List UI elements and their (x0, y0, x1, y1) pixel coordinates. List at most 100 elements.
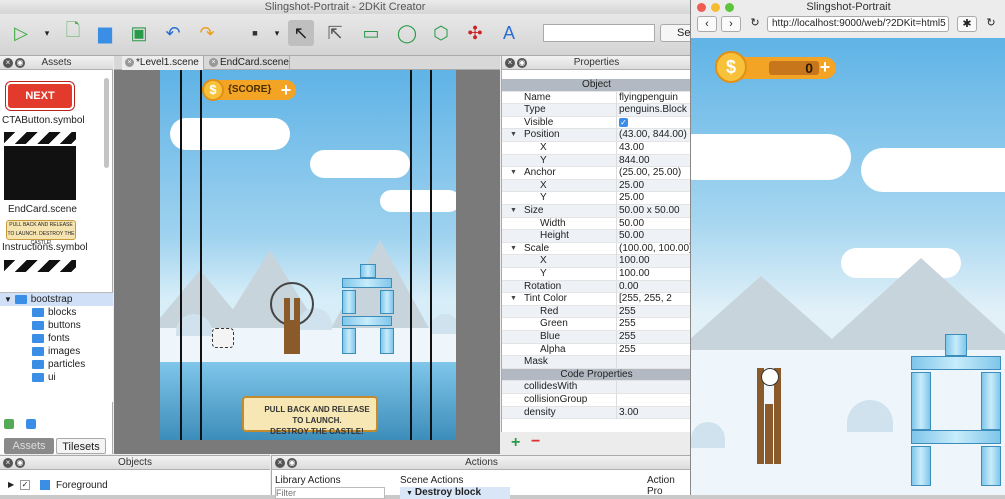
property-value[interactable]: 43.00 (619, 142, 644, 154)
property-value[interactable]: 255 (619, 306, 636, 318)
plus-icon[interactable]: + (278, 81, 294, 99)
play-icon[interactable]: ▷ (8, 20, 34, 46)
ice-block[interactable] (342, 316, 392, 326)
property-row[interactable]: Y 25.00 (502, 192, 691, 205)
forward-icon[interactable]: › (721, 16, 741, 32)
select-tool-icon[interactable]: ↖ (288, 20, 314, 46)
add-polygon-icon[interactable]: ⬡ (428, 20, 454, 46)
add-folder-icon[interactable] (26, 419, 36, 429)
toolbar-search-input[interactable] (543, 24, 655, 42)
ice-block[interactable] (342, 290, 356, 314)
property-value[interactable]: 100.00 (619, 268, 650, 280)
cta-button-preview[interactable]: NEXT LEVEL (6, 82, 74, 126)
expand-arrow-icon[interactable]: ▶ (8, 480, 14, 489)
scene-canvas[interactable]: $ {SCORE} + PULL BACK AND RELEASE TO LAUNC… (114, 70, 500, 454)
panel-close-icon[interactable]: × (3, 458, 13, 468)
open-folder-icon[interactable]: ▆ (92, 20, 118, 46)
property-row[interactable]: Blue 255 (502, 331, 691, 344)
add-text-icon[interactable]: A (496, 20, 522, 46)
property-row[interactable]: Rotation 0.00 (502, 280, 691, 294)
property-value[interactable]: 25.00 (619, 192, 644, 204)
asset-label-cta[interactable]: CTAButton.symbol (2, 115, 85, 126)
panel-close-icon[interactable]: × (3, 58, 13, 68)
property-row[interactable]: Size ▼ 50.00 x 50.00 (502, 205, 691, 218)
panel-options-icon[interactable]: ◉ (287, 458, 297, 468)
property-row[interactable]: Red 255 (502, 305, 691, 319)
property-row[interactable]: Y 100.00 (502, 268, 691, 281)
property-row[interactable]: Height 50.00 (502, 230, 691, 243)
close-tab-icon[interactable]: × (125, 58, 134, 67)
property-value[interactable]: 50.00 x 50.00 (619, 205, 680, 217)
export-dropdown-icon[interactable]: ▾ (264, 20, 290, 46)
asset-label-endcard[interactable]: EndCard.scene (8, 204, 77, 215)
property-value[interactable]: 3.00 (619, 407, 638, 419)
ice-block[interactable] (360, 264, 376, 278)
property-row[interactable]: density 3.00 (502, 406, 691, 420)
property-row[interactable]: Scale ▼ (100.00, 100.00) (502, 242, 692, 256)
property-row[interactable]: Type penguins.Block (502, 104, 691, 117)
tab-endcard-scene[interactable]: × EndCard.scene (206, 56, 290, 70)
property-value[interactable]: 100.00 (619, 255, 650, 267)
tree-row-particles[interactable]: particles (0, 358, 113, 371)
property-value[interactable]: flyingpenguin (619, 92, 678, 104)
transform-tool-icon[interactable]: ⇱ (322, 20, 348, 46)
tree-row-bootstrap[interactable]: ▼ bootstrap (0, 293, 113, 306)
add-path-icon[interactable]: ✣ (462, 20, 488, 46)
ice-block[interactable] (380, 290, 394, 314)
refresh-icon[interactable]: ↻ (981, 16, 1001, 32)
property-value[interactable]: 50.00 (619, 218, 644, 230)
property-value[interactable]: ✓ (619, 117, 628, 129)
tab-tilesets[interactable]: Tilesets (56, 438, 106, 454)
property-row[interactable]: Tint Color ▼ [255, 255, 2 (502, 293, 691, 306)
plus-icon[interactable]: + (817, 58, 833, 76)
ice-block[interactable] (911, 446, 931, 486)
property-row[interactable]: Y 844.00 (502, 154, 691, 168)
panel-options-icon[interactable]: ◉ (517, 58, 527, 68)
property-row[interactable]: collisionGroup (502, 394, 691, 407)
ice-block[interactable] (342, 278, 392, 288)
panel-options-icon[interactable]: ◉ (15, 458, 25, 468)
expand-arrow-icon[interactable]: ▼ (510, 243, 517, 255)
object-foreground[interactable]: Foreground (56, 480, 108, 491)
instructions-box[interactable]: PULL BACK AND RELEASE TO LAUNCH. DESTROY … (242, 396, 378, 436)
panel-close-icon[interactable]: × (275, 458, 285, 468)
ice-block[interactable] (911, 372, 931, 430)
clapper-icon-2[interactable] (4, 260, 76, 272)
close-tab-icon[interactable]: × (209, 58, 218, 67)
scene-game-view[interactable]: $ {SCORE} + PULL BACK AND RELEASE TO LAUNC… (160, 70, 456, 440)
visibility-checkbox[interactable]: ✓ (20, 480, 30, 490)
tree-row-blocks[interactable]: blocks (0, 306, 113, 319)
ice-block[interactable] (342, 328, 356, 354)
expand-arrow-icon[interactable]: ▼ (510, 167, 517, 179)
property-value[interactable]: 255 (619, 344, 636, 356)
property-row[interactable]: Width 50.00 (502, 217, 691, 231)
property-value[interactable]: (25.00, 25.00) (619, 167, 681, 179)
ice-block[interactable] (945, 334, 967, 356)
add-rectangle-icon[interactable]: ▭ (358, 20, 384, 46)
new-file-icon[interactable]: 🗋 (60, 20, 86, 46)
game-view[interactable]: $ 0 + (691, 38, 1005, 495)
assets-scrollbar[interactable] (104, 78, 109, 168)
property-value[interactable]: penguins.Block (619, 104, 687, 116)
property-row[interactable]: Position ▼ (43.00, 844.00) (502, 129, 691, 142)
property-value[interactable]: 255 (619, 331, 636, 343)
property-value[interactable]: 844.00 (619, 155, 650, 167)
play-dropdown-icon[interactable]: ▾ (34, 20, 60, 46)
property-value[interactable]: 25.00 (619, 180, 644, 192)
undo-icon[interactable]: ↶ (160, 20, 186, 46)
ice-block[interactable] (911, 356, 1001, 370)
endcard-preview[interactable] (4, 146, 76, 200)
property-row[interactable]: Alpha 255 (502, 343, 691, 357)
tree-row-buttons[interactable]: buttons (0, 319, 113, 332)
tab-level1-scene[interactable]: × *Level1.scene (122, 56, 204, 70)
expand-arrow-icon[interactable]: ▼ (510, 129, 517, 141)
property-value[interactable]: 50.00 (619, 230, 644, 242)
panel-close-icon[interactable]: × (505, 58, 515, 68)
tree-row-fonts[interactable]: fonts (0, 332, 113, 345)
property-row[interactable]: Mask (502, 356, 691, 369)
property-row[interactable]: Green 255 (502, 318, 691, 331)
ice-block[interactable] (911, 430, 1001, 444)
library-filter-input[interactable] (275, 487, 385, 499)
save-icon[interactable]: ▣ (126, 20, 152, 46)
ice-block[interactable] (981, 446, 1001, 486)
